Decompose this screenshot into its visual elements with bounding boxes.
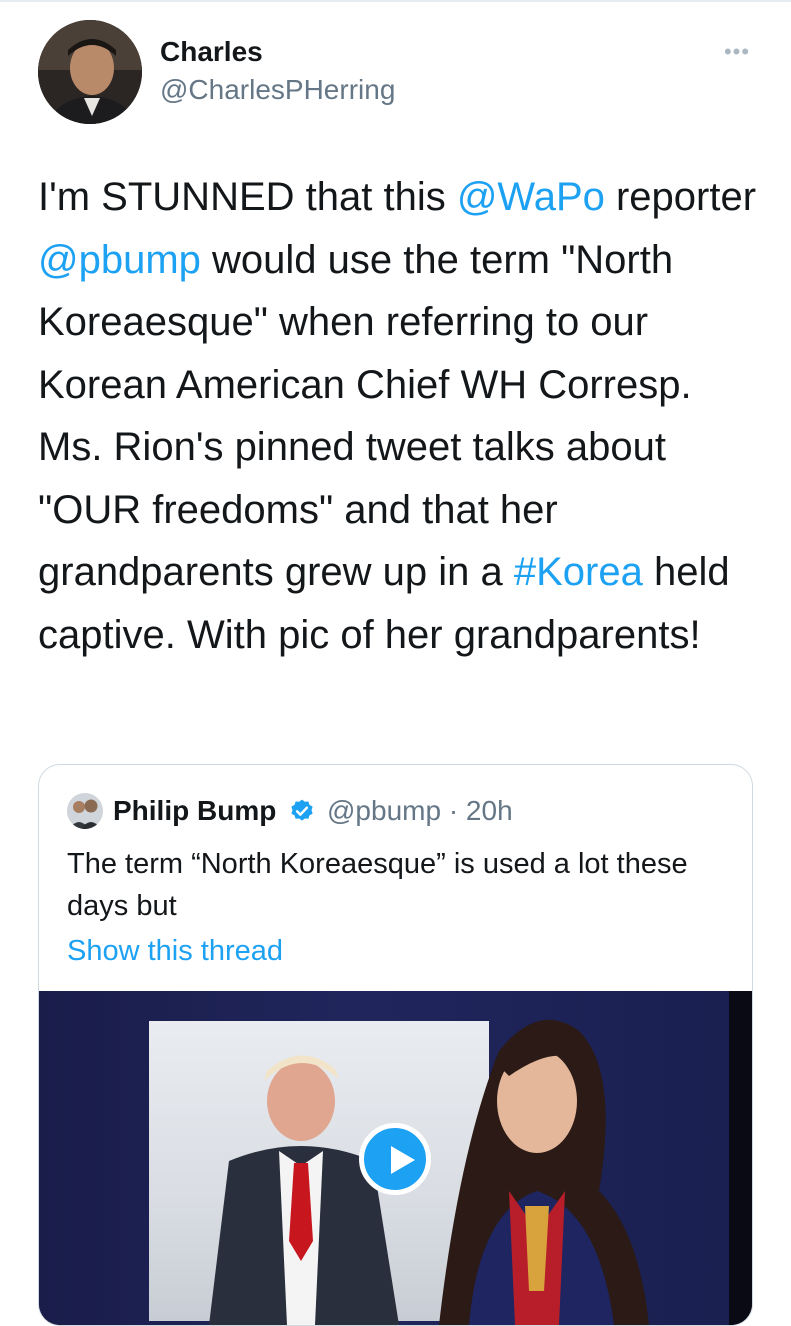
play-icon[interactable] bbox=[359, 1123, 431, 1195]
quoted-handle-time: @pbump · 20h bbox=[327, 795, 513, 826]
quoted-tweet-card[interactable]: Philip Bump @pbump · 20h The term “North… bbox=[38, 764, 753, 1326]
video-media[interactable] bbox=[39, 991, 752, 1325]
mention-link-pbump[interactable]: @pbump bbox=[38, 238, 201, 282]
tweet-text-segment: would use the term "North Koreaesque" wh… bbox=[38, 237, 692, 595]
quoted-tweet-text: The term “North Koreaesque” is used a lo… bbox=[67, 848, 688, 922]
author-handle[interactable]: @CharlesPHerring bbox=[160, 74, 395, 106]
tweet-text: I'm STUNNED that this @WaPo reporter @pb… bbox=[38, 166, 758, 666]
author-name[interactable]: Charles bbox=[160, 36, 263, 68]
show-thread-link[interactable]: Show this thread bbox=[67, 931, 283, 971]
hashtag-link-korea[interactable]: #Korea bbox=[514, 550, 643, 594]
verified-badge-icon bbox=[291, 799, 313, 821]
author-avatar[interactable] bbox=[38, 20, 142, 124]
tweet-text-segment: I'm STUNNED that this bbox=[38, 175, 457, 219]
top-divider bbox=[0, 0, 791, 2]
tweet-text-segment: reporter bbox=[604, 175, 757, 219]
quoted-avatar-photo bbox=[67, 793, 103, 829]
quoted-author-name[interactable]: Philip Bump bbox=[113, 793, 276, 829]
mention-link-wapo[interactable]: @WaPo bbox=[457, 175, 605, 219]
more-dots-icon[interactable]: ••• bbox=[720, 39, 754, 64]
avatar-photo bbox=[38, 20, 142, 124]
quoted-author-avatar[interactable] bbox=[67, 793, 103, 829]
